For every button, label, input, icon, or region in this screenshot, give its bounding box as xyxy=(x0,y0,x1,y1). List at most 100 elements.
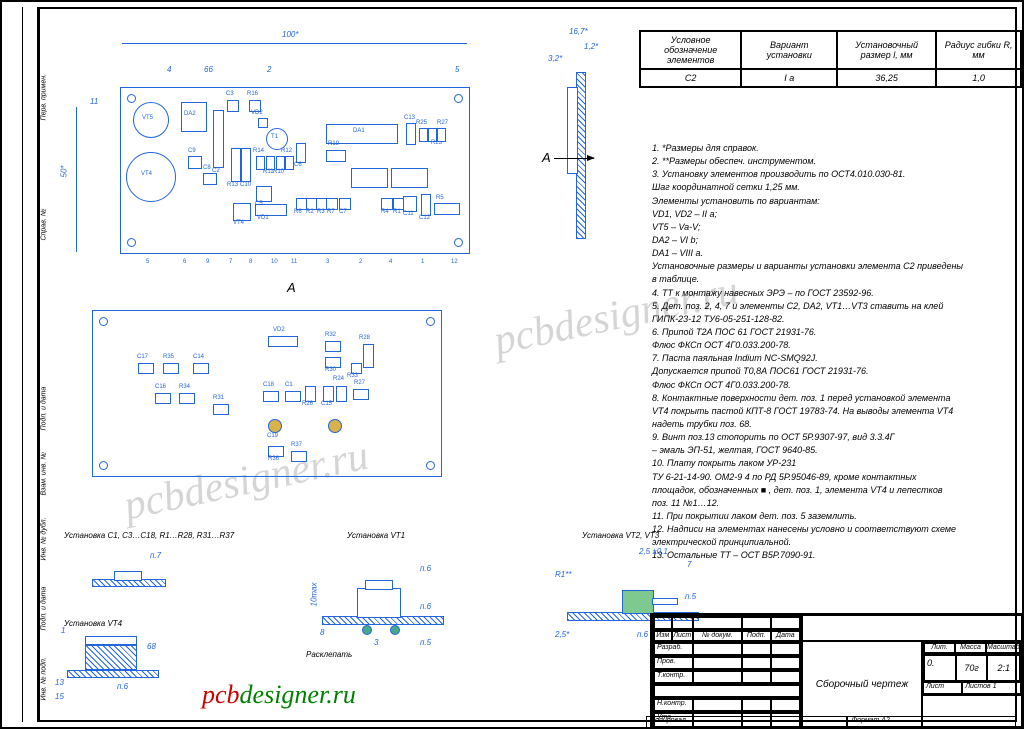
note-line: Флюс ФКСп ОСТ 4Г0.033.200-78. xyxy=(652,339,997,351)
callout: 15 xyxy=(55,692,64,701)
tb-scale: 2:1 xyxy=(987,655,1020,681)
hole-icon xyxy=(127,94,136,103)
hole-icon xyxy=(127,238,136,247)
td-dim: 36,25 xyxy=(837,69,936,87)
callout: 4 xyxy=(167,65,171,74)
note-line: VT5 – Va-V; xyxy=(652,221,997,233)
note-line: Элементы установить по вариантам: xyxy=(652,195,997,207)
watermark-footer: pcbdesigner.ru xyxy=(202,680,356,710)
component: VT5 xyxy=(133,102,169,138)
note-line: 3. Установку элементов производить по ОС… xyxy=(652,168,997,180)
terminal: 6 xyxy=(183,259,186,265)
callout: 11 xyxy=(90,97,98,106)
tb-role: Пров. xyxy=(654,657,693,669)
detail-label: Установка VT1 xyxy=(347,531,405,540)
callout: 2 xyxy=(267,65,271,74)
dim-value: 100* xyxy=(282,30,298,39)
dim-value: 10max xyxy=(310,582,319,606)
component xyxy=(203,173,217,185)
dim-value: R1** xyxy=(555,570,571,579)
tb-role: Н.контр. xyxy=(654,699,693,711)
note-line: в таблице. xyxy=(652,273,997,285)
main-view: 100* 50* 4 66 2 5 11 VT5 VT4 DA2 C2 xyxy=(72,47,487,267)
note-line: VT4 покрыть пастой КПТ-8 ГОСТ 19783-74. … xyxy=(652,405,997,417)
td-r: 1,0 xyxy=(936,69,1021,87)
dim-value: 16,7* xyxy=(569,27,588,36)
note-line: надеть трубки поз. 68. xyxy=(652,418,997,430)
tb-col: Изм xyxy=(654,631,672,641)
note-line: 1. *Размеры для справок. xyxy=(652,142,997,154)
note-line: DA1 – VIII a. xyxy=(652,247,997,259)
dim-line xyxy=(122,43,467,44)
component xyxy=(231,148,241,182)
spine-label: Инв. № подп. xyxy=(41,621,48,701)
section-view: 16,7* 1,2* 3,2* xyxy=(554,42,609,247)
tb-sheet: Лист xyxy=(923,682,962,694)
terminal: 7 xyxy=(229,259,232,265)
tb-sheets: Листов 1 xyxy=(962,682,1021,694)
note-ref: п.6 xyxy=(637,630,648,639)
callout: 68 xyxy=(147,642,156,651)
tb-col: Лист xyxy=(672,631,693,641)
element-table: Условное обозначение элементов Вариант у… xyxy=(639,30,1022,88)
detail-vt1: 10max п.6 п.6 п.5 8 3 Расклепать xyxy=(302,550,472,660)
note-ref: п.7 xyxy=(150,551,161,560)
detail-label: Установка VT2, VT3 xyxy=(582,531,659,540)
callout: 13 xyxy=(55,678,64,687)
terminal: 12 xyxy=(451,259,458,265)
terminal: 1 xyxy=(421,259,424,265)
note-line: 8. Контактные поверхности дет. поз. 1 пе… xyxy=(652,392,997,404)
component xyxy=(188,156,202,169)
label: Расклепать xyxy=(306,650,352,659)
note-line: 7. Паста паяльная Indium NC-SMQ92J. xyxy=(652,352,997,364)
arrow-icon xyxy=(554,158,594,159)
note-line: VD1, VD2 – II a; xyxy=(652,208,997,220)
technical-notes: 1. *Размеры для справок. 2. **Размеры об… xyxy=(652,142,997,563)
component xyxy=(227,100,239,112)
kopir: Копировал xyxy=(646,716,847,728)
note-line: Флюс ФКСп ОСТ 4Г0.033.200-78. xyxy=(652,379,997,391)
spine-label: Справ. № xyxy=(41,161,48,241)
th-var: Вариант установки xyxy=(741,31,837,69)
note-line: 6. Припой Т2А ПОС 61 ГОСТ 21931-76. xyxy=(652,326,997,338)
title-block: Изм Лист № докум. Подп. Дата Разраб. Про… xyxy=(650,613,1022,727)
note-ref: п.6 xyxy=(420,602,431,611)
hole-icon xyxy=(454,94,463,103)
component xyxy=(296,143,306,163)
callout: 8 xyxy=(320,628,324,637)
td-var: I a xyxy=(741,69,837,87)
spine-border xyxy=(7,7,38,722)
note-line: ТУ 6-21-14-90. ОМ2-9 4 по РД 5Р.95046-89… xyxy=(652,471,997,483)
dim-value: 2,5* xyxy=(555,630,569,639)
detail-label: Установка C1, C3…C18, R1…R28, R31…R37 xyxy=(64,531,234,540)
note-line: 12. Надписи на элементах нанесены условн… xyxy=(652,523,997,535)
tb-col: Подп. xyxy=(742,631,771,641)
callout: 5 xyxy=(455,65,459,74)
callout: 3 xyxy=(374,638,378,647)
spine-label: Подп. и дата xyxy=(41,551,48,631)
drawing-sheet: Инв. № подп. Подп. и дата Инв. № дубл. В… xyxy=(0,0,1024,729)
note-line: ГИПК-23-12 ТУ6-05-251-128-82. xyxy=(652,313,997,325)
wm-pre: pcb xyxy=(202,680,240,709)
pcb-outline: VT5 VT4 DA2 C2 C9 C8 C3 R16 R13 C10 T1 xyxy=(120,87,470,254)
callout: 7 xyxy=(687,560,691,569)
note-line: 11. При покрытии лаком дет. поз. 5 зазем… xyxy=(652,510,997,522)
component xyxy=(241,148,251,182)
tb-role: Разраб. xyxy=(654,643,693,655)
note-line: площадок, обозначенных ■ , дет. поз. 1, … xyxy=(652,484,997,496)
terminal: 11 xyxy=(291,259,297,265)
terminal: 5 xyxy=(146,259,149,265)
detail-label: Установка VT4 xyxy=(64,619,122,628)
terminal: 8 xyxy=(249,259,252,265)
component xyxy=(181,102,207,132)
dim-value: 1,2* xyxy=(584,42,598,51)
th-ref: Условное обозначение элементов xyxy=(640,31,741,69)
note-ref: п.6 xyxy=(117,682,128,691)
terminal: 2 xyxy=(359,259,362,265)
dim-value: 50* xyxy=(60,165,69,177)
tb-col: № докум. xyxy=(693,631,742,641)
note-line: Установочные размеры и варианты установк… xyxy=(652,260,997,272)
tb-mass: 70г xyxy=(956,655,988,681)
terminal: 9 xyxy=(206,259,209,265)
terminal: 10 xyxy=(271,259,278,265)
